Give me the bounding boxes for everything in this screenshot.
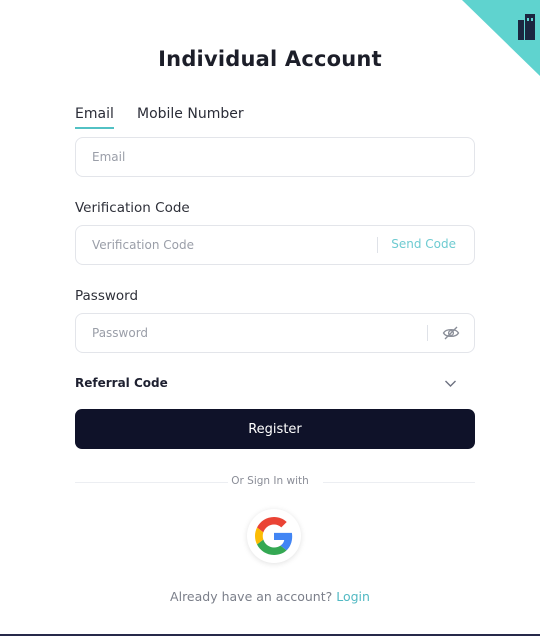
referral-code-toggle[interactable]: Referral Code: [75, 376, 168, 390]
or-sign-in-with-text: Or Sign In with: [231, 475, 309, 487]
register-button[interactable]: Register: [75, 409, 475, 449]
google-sign-in-button[interactable]: [247, 509, 301, 563]
login-prompt-text: Already have an account?: [170, 589, 333, 604]
email-field-wrapper: [75, 137, 475, 177]
tab-mobile-number[interactable]: Mobile Number: [137, 106, 244, 122]
send-code-button[interactable]: Send Code: [391, 237, 456, 251]
page-title: Individual Account: [158, 47, 382, 71]
divider-line-right: [323, 482, 475, 483]
verification-code-input[interactable]: [92, 226, 362, 264]
password-field-wrapper: [75, 313, 475, 353]
verification-code-label: Verification Code: [75, 200, 190, 216]
chevron-down-icon[interactable]: [444, 379, 457, 388]
password-label: Password: [75, 288, 139, 304]
tab-email[interactable]: Email: [75, 106, 114, 129]
field-separator: [377, 237, 378, 253]
password-input[interactable]: [92, 314, 362, 352]
google-icon: [255, 517, 293, 555]
login-prompt: Already have an account? Login: [0, 589, 540, 604]
field-separator: [427, 325, 428, 341]
login-link[interactable]: Login: [336, 589, 370, 604]
verification-code-field-wrapper: Send Code: [75, 225, 475, 265]
email-input[interactable]: [92, 138, 362, 176]
eye-slash-icon[interactable]: [442, 325, 460, 341]
